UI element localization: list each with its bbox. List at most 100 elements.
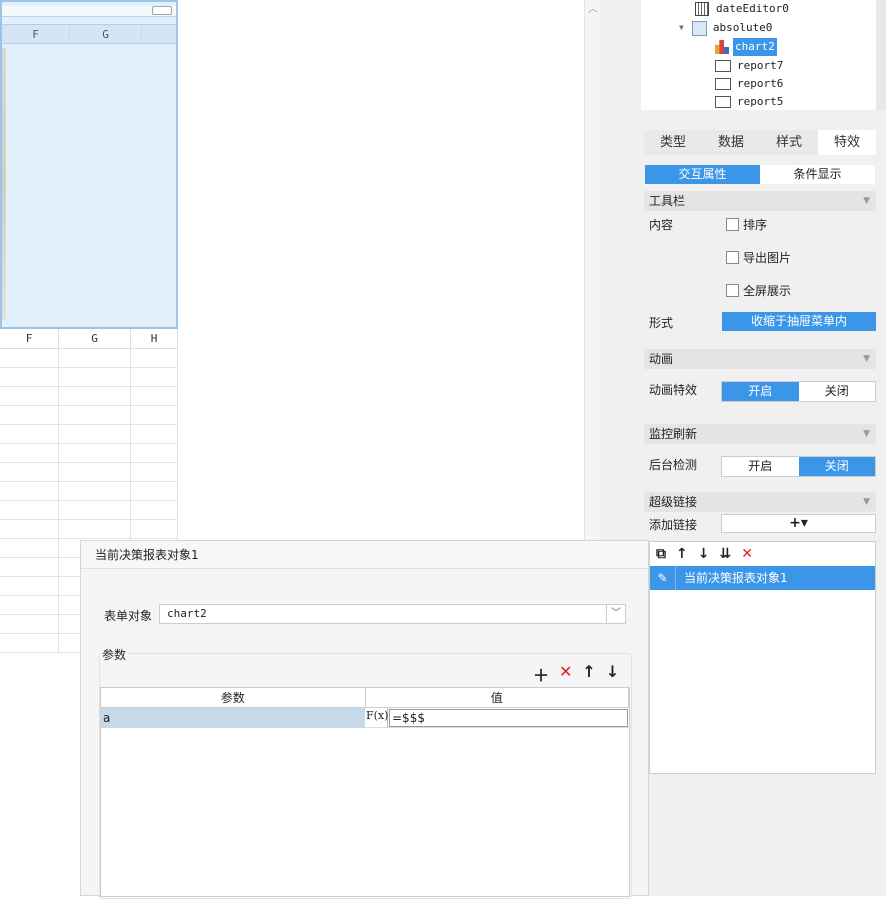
checkbox-box[interactable] — [726, 251, 739, 264]
tree-item-report6[interactable]: report6 — [715, 75, 783, 93]
background-check-on-button[interactable]: 开启 — [722, 457, 799, 476]
animation-on-button[interactable]: 开启 — [722, 382, 799, 401]
add-link-label: 添加链接 — [649, 518, 698, 532]
grid-row[interactable] — [0, 406, 178, 425]
chevron-down-icon[interactable]: ﹀ — [606, 605, 625, 623]
report-icon — [715, 78, 731, 90]
tree-item-label: report7 — [737, 59, 784, 72]
chevron-down-icon[interactable]: ▼ — [863, 424, 870, 444]
grid-divider — [58, 349, 59, 652]
widget-tree: dateEditor0 ▼ absolute0 chart2 report7 r… — [641, 0, 876, 110]
canvas-scrollbar[interactable]: ︿ — [584, 0, 600, 540]
report-icon — [715, 96, 731, 108]
param-name-cell[interactable]: a — [101, 708, 365, 728]
form-object-select[interactable]: chart2 ﹀ — [159, 604, 626, 624]
column-header-g: G — [70, 25, 142, 45]
grid-row[interactable] — [0, 349, 178, 368]
expand-arrow-icon[interactable]: ▼ — [679, 19, 684, 37]
background-check-label: 后台检测 — [649, 458, 698, 472]
chart-widget-titlebar — [2, 6, 176, 17]
hyperlink-toolbar: ⧉ ↑ ↓ ⇊ ✕ — [650, 542, 875, 566]
section-title: 工具栏 — [649, 194, 686, 208]
tab-style[interactable]: 样式 — [760, 130, 818, 155]
section-title: 超级链接 — [649, 495, 698, 509]
hyperlink-item-label: 当前决策报表对象1 — [684, 571, 788, 585]
widget-resize-icon[interactable] — [152, 6, 172, 15]
add-icon[interactable]: ＋ — [533, 662, 549, 686]
subtab-interaction[interactable]: 交互属性 — [645, 165, 760, 184]
grid-row[interactable] — [0, 463, 178, 482]
tree-item-report5[interactable]: report5 — [715, 93, 783, 111]
section-animation[interactable]: 动画 ▼ — [644, 349, 876, 369]
subtab-conditional-display[interactable]: 条件显示 — [760, 165, 875, 184]
toolbar-style-button[interactable]: 收缩于抽屉菜单内 — [722, 312, 876, 331]
grid-row[interactable] — [0, 368, 178, 387]
scroll-up-icon[interactable]: ︿ — [588, 0, 598, 15]
checkbox-export-image[interactable]: 导出图片 — [726, 249, 791, 266]
edit-icon[interactable]: ✎ — [650, 566, 676, 590]
effect-subtabs: 交互属性 条件显示 — [645, 165, 875, 184]
tree-item-absolute[interactable]: ▼ absolute0 — [679, 19, 772, 37]
tree-scrollbar[interactable] — [876, 0, 886, 110]
checkbox-fullscreen[interactable]: 全屏展示 — [726, 282, 791, 299]
grid-row[interactable] — [0, 425, 178, 444]
move-down-icon[interactable]: ↓ — [698, 546, 710, 562]
chevron-down-icon[interactable]: ▼ — [863, 492, 870, 512]
tab-data[interactable]: 数据 — [702, 130, 760, 155]
absolute-layout-icon — [691, 20, 707, 36]
column-header-value: 值 — [366, 688, 629, 707]
move-to-bottom-icon[interactable]: ⇊ — [719, 546, 731, 562]
grid-row[interactable] — [0, 482, 178, 501]
chart-image-strip — [2, 48, 6, 320]
section-title: 动画 — [649, 352, 674, 366]
checkbox-label: 全屏展示 — [743, 284, 792, 298]
delete-icon[interactable]: ✕ — [741, 546, 753, 562]
section-toolbar[interactable]: 工具栏 ▼ — [644, 191, 876, 211]
table-row[interactable]: a F(x) =$$$ — [101, 708, 629, 728]
tree-item-label: chart2 — [733, 38, 777, 56]
copy-icon[interactable]: ⧉ — [656, 546, 666, 562]
chart-widget[interactable]: F G — [0, 0, 178, 329]
tree-item-report7[interactable]: report7 — [715, 57, 783, 75]
tab-type[interactable]: 类型 — [644, 130, 702, 155]
checkbox-label: 导出图片 — [743, 251, 792, 265]
section-hyperlink[interactable]: 超级链接 ▼ — [644, 492, 876, 512]
tree-item-chart2[interactable]: chart2 — [715, 38, 777, 56]
move-up-icon[interactable]: ↑ — [582, 662, 595, 686]
grid-row[interactable] — [0, 444, 178, 463]
chevron-down-icon[interactable]: ▼ — [863, 191, 870, 211]
checkbox-label: 排序 — [743, 218, 768, 232]
hyperlink-list-panel: ⧉ ↑ ↓ ⇊ ✕ ✎ 当前决策报表对象1 — [649, 541, 876, 774]
delete-icon[interactable]: ✕ — [559, 662, 572, 686]
hyperlink-item[interactable]: ✎ 当前决策报表对象1 — [650, 566, 875, 590]
param-value-input[interactable]: =$$$ — [389, 709, 628, 727]
grid-row[interactable] — [0, 387, 178, 406]
params-toolbar: ＋ ✕ ↑ ↓ — [533, 662, 619, 686]
params-table-header: 参数 值 — [101, 688, 629, 708]
grid-header-g: G — [59, 329, 131, 349]
tree-item-label: report6 — [737, 77, 784, 90]
chevron-down-icon[interactable]: ▼ — [863, 349, 870, 369]
form-object-label: 表单对象 — [104, 609, 153, 623]
move-down-icon[interactable]: ↓ — [606, 662, 619, 686]
add-link-button[interactable]: +▾ — [721, 514, 876, 533]
section-monitor-refresh[interactable]: 监控刷新 ▼ — [644, 424, 876, 444]
property-tabs: 类型 数据 样式 特效 — [644, 130, 876, 155]
grid-row[interactable] — [0, 520, 178, 539]
animation-toggle: 开启 关闭 — [721, 381, 876, 402]
checkbox-sort[interactable]: 排序 — [726, 216, 767, 233]
grid-row[interactable] — [0, 501, 178, 520]
formula-button[interactable]: F(x) — [366, 708, 388, 728]
dialog-header: 当前决策报表对象1 — [81, 541, 648, 569]
move-up-icon[interactable]: ↑ — [676, 546, 688, 562]
animation-label: 动画特效 — [649, 383, 698, 397]
content-label: 内容 — [649, 218, 674, 232]
background-check-off-button[interactable]: 关闭 — [798, 457, 875, 476]
params-table: 参数 值 a F(x) =$$$ — [100, 687, 630, 897]
dialog-title: 当前决策报表对象1 — [95, 548, 199, 562]
tree-item-dateeditor[interactable]: dateEditor0 — [695, 0, 789, 18]
checkbox-box[interactable] — [726, 284, 739, 297]
animation-off-button[interactable]: 关闭 — [799, 382, 876, 401]
tab-effects[interactable]: 特效 — [818, 130, 876, 155]
checkbox-box[interactable] — [726, 218, 739, 231]
